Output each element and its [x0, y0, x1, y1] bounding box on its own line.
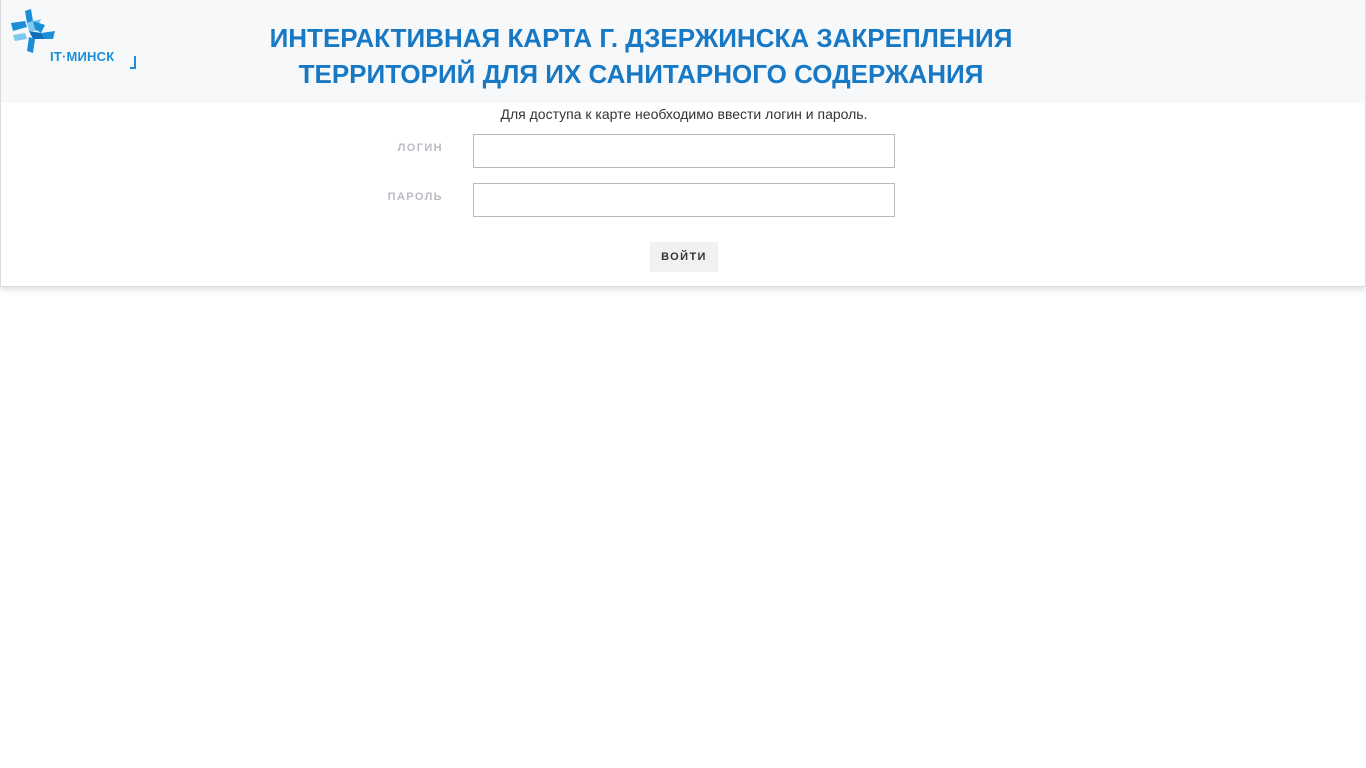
login-notice: Для доступа к карте необходимо ввести ло…: [500, 106, 868, 122]
page-header: IT·МИНСК ИНТЕРАКТИВНАЯ КАРТА Г. ДЗЕРЖИНС…: [1, 0, 1365, 103]
login-label: ЛОГИН: [397, 142, 443, 154]
page-title-line-1: ИНТЕРАКТИВНАЯ КАРТА Г. ДЗЕРЖИНСКА ЗАКРЕП…: [269, 23, 1013, 53]
submit-button[interactable]: ВОЙТИ: [650, 242, 718, 272]
it-minsk-logo[interactable]: IT·МИНСК: [11, 9, 137, 71]
page-title-line-2: ТЕРРИТОРИЙ ДЛЯ ИХ САНИТАРНОГО СОДЕРЖАНИЯ: [298, 59, 984, 89]
login-card: IT·МИНСК ИНТЕРАКТИВНАЯ КАРТА Г. ДЗЕРЖИНС…: [0, 0, 1366, 287]
password-label: ПАРОЛЬ: [387, 191, 443, 203]
logo-bracket: [130, 56, 136, 69]
login-input[interactable]: [473, 134, 895, 168]
logo-text: IT·МИНСК: [50, 49, 115, 64]
password-input[interactable]: [473, 183, 895, 217]
page-title: ИНТЕРАКТИВНАЯ КАРТА Г. ДЗЕРЖИНСКА ЗАКРЕП…: [201, 20, 1081, 92]
